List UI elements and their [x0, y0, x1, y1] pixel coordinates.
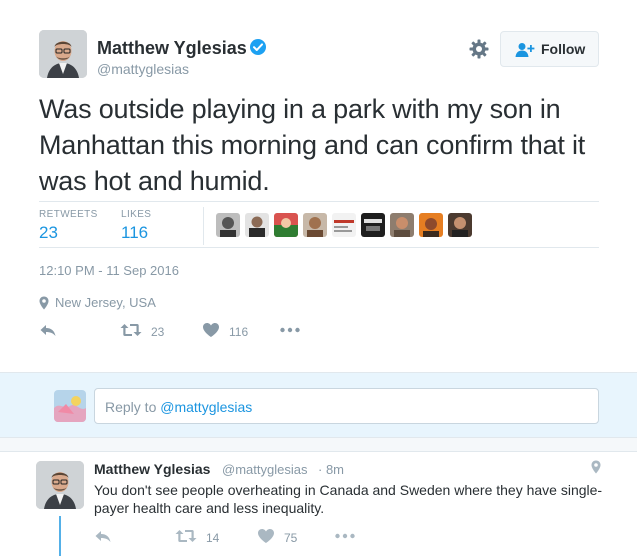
current-user-avatar — [54, 390, 86, 422]
reply-input[interactable]: Reply to @mattyglesias — [94, 388, 599, 424]
stats-divider — [203, 207, 204, 245]
follow-person-icon — [515, 43, 535, 57]
retweets-label: RETWEETS — [39, 209, 98, 220]
heart-icon — [203, 323, 219, 337]
reply-composer: Reply to @mattyglesias — [0, 372, 637, 438]
retweet-icon — [120, 324, 142, 336]
more-icon — [335, 533, 355, 539]
heart-icon — [258, 529, 274, 543]
main-tweet: Matthew Yglesias @mattyglesias Follow Wa… — [0, 0, 637, 372]
verified-badge-icon — [250, 39, 266, 55]
retweet-icon — [175, 530, 197, 542]
liker-avatar[interactable] — [245, 213, 269, 237]
reply-icon — [95, 531, 111, 542]
reply-icon — [40, 325, 56, 336]
reply-time[interactable]: · 8m — [318, 462, 344, 477]
liker-avatar[interactable] — [303, 213, 327, 237]
follow-label: Follow — [541, 41, 586, 57]
reply-tweet-text: You don't see people overheating in Cana… — [94, 482, 603, 516]
author-display-name[interactable]: Matthew Yglesias — [97, 38, 247, 59]
tweet-timestamp[interactable]: 12:10 PM - 11 Sep 2016 — [39, 263, 179, 278]
retweet-count: 23 — [151, 325, 165, 339]
map-pin-icon — [39, 296, 49, 310]
reply-author-name[interactable]: Matthew Yglesias — [94, 461, 210, 477]
liker-avatar[interactable] — [361, 213, 385, 237]
liker-avatar[interactable] — [390, 213, 414, 237]
like-count: 116 — [229, 325, 249, 339]
more-icon — [280, 327, 300, 333]
liker-avatar[interactable] — [332, 213, 356, 237]
retweets-value: 23 — [39, 223, 58, 242]
follow-button[interactable]: Follow — [500, 31, 599, 67]
location-text: New Jersey, USA — [55, 295, 156, 310]
liker-avatar[interactable] — [448, 213, 472, 237]
author-screen-name[interactable]: @mattyglesias — [97, 61, 189, 77]
likes-label: LIKES — [121, 209, 152, 220]
like-count: 75 — [284, 531, 298, 545]
reply-prefix: Reply to — [105, 399, 161, 415]
retweet-count: 14 — [206, 531, 220, 545]
author-avatar[interactable] — [39, 30, 87, 78]
reply-author-avatar[interactable] — [36, 461, 84, 509]
section-divider — [0, 438, 637, 452]
tweet-stats: RETWEETS 23 LIKES 116 — [39, 201, 599, 248]
liker-avatar[interactable] — [274, 213, 298, 237]
liker-avatar[interactable] — [419, 213, 443, 237]
thread-line — [59, 516, 61, 556]
tweet-text: Was outside playing in a park with my so… — [39, 94, 586, 196]
likes-value: 116 — [121, 223, 149, 242]
liker-avatar[interactable] — [216, 213, 240, 237]
gear-icon[interactable] — [468, 38, 490, 60]
reply-author-handle[interactable]: @mattyglesias — [222, 462, 307, 477]
reply-mention: @mattyglesias — [160, 399, 253, 415]
retweets-stat[interactable]: RETWEETS 23 — [39, 209, 98, 243]
likes-stat[interactable]: LIKES 116 — [121, 209, 151, 243]
map-pin-icon[interactable] — [591, 460, 601, 474]
